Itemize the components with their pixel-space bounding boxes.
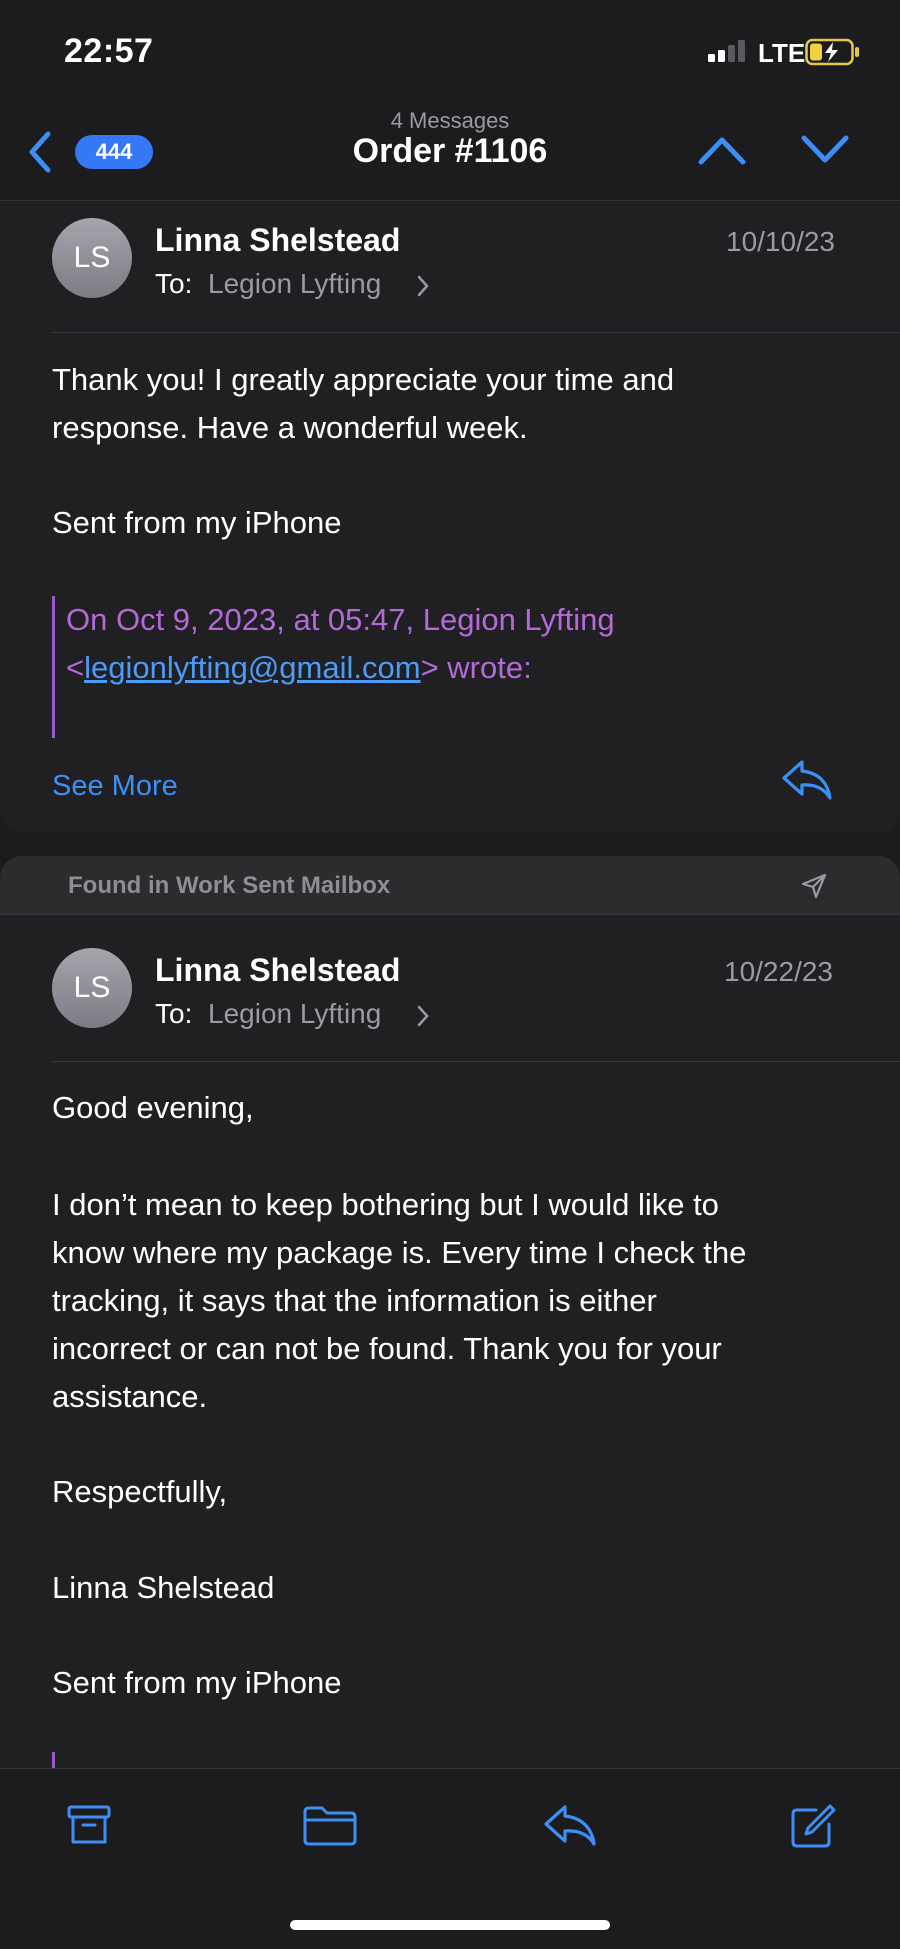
home-indicator[interactable]: [290, 1920, 610, 1930]
page-title: Order #1106: [352, 132, 548, 170]
battery-charging-icon: [805, 38, 859, 66]
message-body-line: incorrect or can not be found. Thank you…: [52, 1331, 722, 1366]
recipient-label: To:: [155, 998, 193, 1029]
message-date: 10/10/23: [726, 226, 835, 257]
reply-icon[interactable]: [780, 758, 834, 802]
recipient-label: To:: [155, 268, 193, 299]
compose-icon[interactable]: [788, 1802, 838, 1852]
email-link[interactable]: legionlyfting@gmail.com: [84, 650, 420, 685]
status-bar: 22:57 LTE: [0, 0, 900, 100]
quoted-email-line: <legionlyfting@gmail.com> wrote:: [66, 650, 532, 686]
quote-close: > wrote:: [420, 650, 532, 685]
sender-name[interactable]: Linna Shelstead: [155, 222, 400, 259]
quote-bar: [52, 596, 55, 738]
message-body-line: know where my package is. Every time I c…: [52, 1235, 747, 1270]
quote-bar: [52, 1752, 55, 1768]
message-body-line: assistance.: [52, 1379, 208, 1414]
recipient-name[interactable]: Legion Lyfting: [208, 268, 381, 300]
message-body-line: response. Have a wonderful week.: [52, 410, 528, 445]
mailbox-label: Found in Work Sent Mailbox: [68, 872, 391, 899]
see-more-link[interactable]: See More: [52, 770, 178, 803]
chevron-right-icon[interactable]: [416, 1004, 430, 1028]
message-body-line: Good evening,: [52, 1090, 254, 1125]
chevron-down-icon[interactable]: [800, 134, 850, 166]
message-body-line: Respectfully,: [52, 1474, 228, 1509]
message-date: 10/22/23: [724, 956, 833, 987]
sender-name[interactable]: Linna Shelstead: [155, 952, 400, 989]
divider: [52, 332, 900, 333]
recipient-name[interactable]: Legion Lyfting: [208, 998, 381, 1030]
cellular-signal-icon: [708, 40, 745, 62]
reply-icon[interactable]: [542, 1802, 598, 1848]
message-body-line: Sent from my iPhone: [52, 1665, 342, 1700]
quote-open-bracket: <: [66, 650, 85, 685]
divider: [52, 1061, 900, 1062]
quoted-header: On Oct 9, 2023, at 05:47, Legion Lyfting: [66, 602, 615, 637]
status-time: 22:57: [64, 32, 154, 70]
avatar: LS: [52, 948, 132, 1028]
avatar: LS: [52, 218, 132, 298]
archive-icon[interactable]: [66, 1802, 112, 1848]
message-body-line: Linna Shelstead: [52, 1570, 275, 1605]
message-body-line: Sent from my iPhone: [52, 505, 342, 540]
message-body-line: I don’t mean to keep bothering but I wou…: [52, 1187, 719, 1222]
message-body-line: Thank you! I greatly appreciate your tim…: [52, 362, 675, 397]
folder-icon[interactable]: [302, 1802, 358, 1848]
message-body-line: tracking, it says that the information i…: [52, 1283, 657, 1318]
paper-plane-icon: [801, 873, 827, 899]
chevron-up-icon[interactable]: [697, 134, 747, 166]
network-label: LTE: [758, 38, 806, 68]
message-count-label: 4 Messages: [390, 108, 510, 133]
chevron-right-icon[interactable]: [416, 274, 430, 298]
